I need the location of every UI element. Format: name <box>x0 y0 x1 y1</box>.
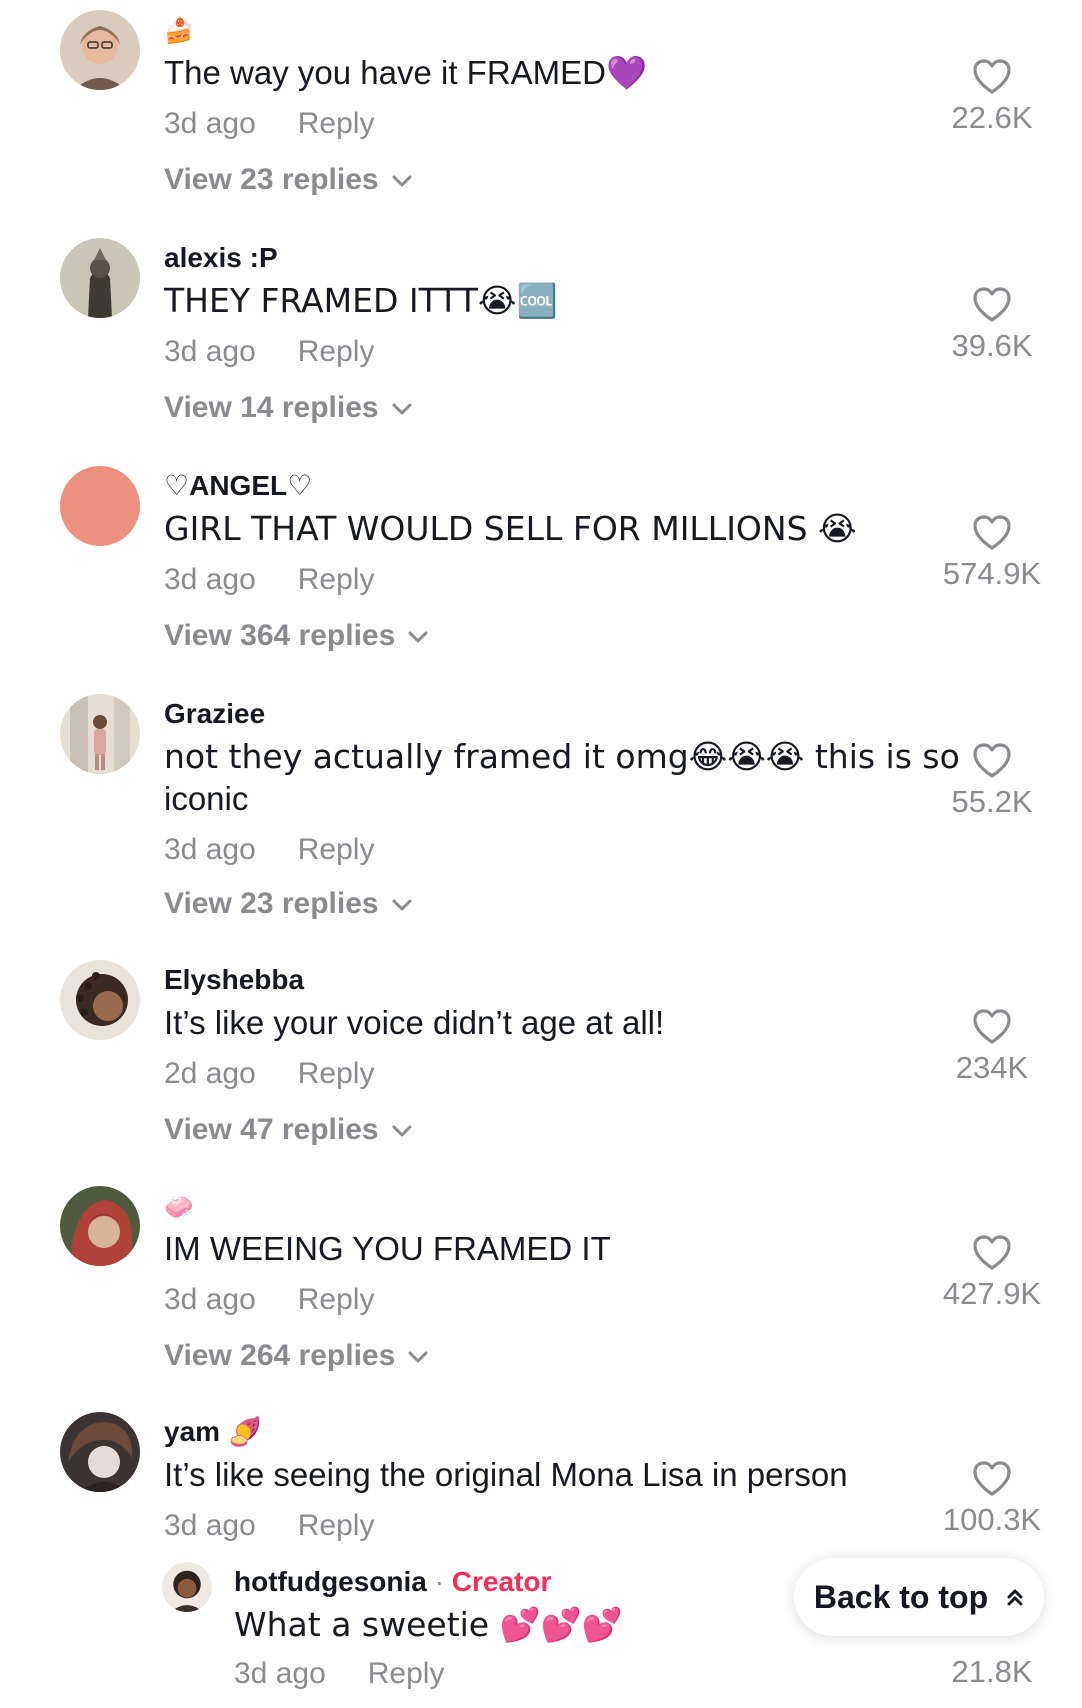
like-group: 55.2K <box>922 742 1062 820</box>
like-count: 39.6K <box>951 328 1033 363</box>
timestamp: 3d ago <box>234 1657 326 1690</box>
chevron-down-icon <box>392 175 412 187</box>
username[interactable]: Elyshebba <box>164 960 304 1000</box>
view-replies-label: View 47 replies <box>164 1113 379 1146</box>
comment-meta: 3d ago Reply <box>164 830 374 870</box>
view-replies-label: View 23 replies <box>164 163 379 196</box>
reply-button[interactable]: Reply <box>298 1283 375 1316</box>
like-group: 22.6K <box>922 58 1062 136</box>
timestamp: 3d ago <box>164 563 256 596</box>
view-replies-button[interactable]: View 364 replies <box>164 616 429 656</box>
view-replies-label: View 23 replies <box>164 887 379 920</box>
like-group: 39.6K <box>922 286 1062 364</box>
avatar[interactable] <box>162 1562 212 1612</box>
comment-text: not they actually framed it omg😂😭😭 this … <box>164 737 960 776</box>
reply-button[interactable]: Reply <box>298 335 375 368</box>
reply-text: What a sweetie 💕💕💕 <box>234 1605 623 1644</box>
username-emoji: 🍰 <box>164 17 194 45</box>
timestamp: 3d ago <box>164 1283 256 1316</box>
avatar[interactable] <box>60 238 140 318</box>
comment-text: It’s like seeing the original Mona Lisa … <box>164 1456 848 1493</box>
comment-meta: 3d ago Reply <box>164 332 374 372</box>
chevron-down-icon <box>392 899 412 911</box>
comment-text: IM WEEING YOU FRAMED IT <box>164 1230 611 1267</box>
view-replies-label: View 364 replies <box>164 619 396 652</box>
creator-badge: Creator <box>451 1566 552 1597</box>
avatar[interactable] <box>60 960 140 1040</box>
view-replies-label: View 14 replies <box>164 391 379 424</box>
view-replies-label: View 264 replies <box>164 1339 396 1372</box>
comment-text: GIRL THAT WOULD SELL FOR MILLIONS 😭 <box>164 509 857 548</box>
reply-button[interactable]: Reply <box>298 833 375 866</box>
view-replies-button[interactable]: View 23 replies <box>164 884 413 924</box>
heart-icon[interactable] <box>972 1234 1012 1272</box>
reply-button[interactable]: Reply <box>368 1657 445 1690</box>
double-chevron-up-icon <box>1007 1589 1023 1606</box>
reply-username[interactable]: hotfudgesonia <box>234 1566 427 1597</box>
username-emoji: 🍠 <box>227 1415 263 1448</box>
view-replies-button[interactable]: View 23 replies <box>164 160 413 200</box>
back-to-top-button[interactable]: Back to top <box>794 1558 1044 1636</box>
comment-text: It’s like your voice didn’t age at all! <box>164 1004 665 1041</box>
avatar[interactable] <box>60 1186 140 1266</box>
like-group: 427.9K <box>922 1234 1062 1312</box>
avatar[interactable] <box>60 694 140 774</box>
chevron-down-icon <box>392 403 412 415</box>
separator: · <box>434 1566 444 1597</box>
reply-button[interactable]: Reply <box>298 107 375 140</box>
username[interactable]: Graziee <box>164 694 265 734</box>
view-replies-button[interactable]: View 47 replies <box>164 1110 413 1150</box>
like-count: 100.3K <box>942 1502 1042 1537</box>
timestamp: 3d ago <box>164 335 256 368</box>
reply-button[interactable]: Reply <box>298 563 375 596</box>
avatar[interactable] <box>60 10 140 90</box>
heart-icon[interactable] <box>972 58 1012 96</box>
comment-text: THEY FRAMED ITTT😭🆒 <box>164 281 558 320</box>
username[interactable]: ♡ANGEL♡ <box>164 466 312 506</box>
like-count: 22.6K <box>951 100 1033 135</box>
comment-meta: 3d ago Reply <box>164 560 374 600</box>
chevron-down-icon <box>408 631 428 643</box>
comment-meta: 3d ago Reply <box>164 1506 374 1546</box>
comment-meta: 2d ago Reply <box>164 1054 374 1094</box>
comment-text-continued: iconic <box>164 780 249 817</box>
view-replies-button[interactable]: View 264 replies <box>164 1336 429 1376</box>
avatar[interactable] <box>60 1412 140 1492</box>
view-replies-button[interactable]: View 14 replies <box>164 388 413 428</box>
heart-icon[interactable] <box>972 1460 1012 1498</box>
heart-icon[interactable] <box>972 514 1012 552</box>
back-to-top-label: Back to top <box>813 1578 989 1615</box>
reply-button[interactable]: Reply <box>298 1509 375 1542</box>
timestamp: 3d ago <box>164 833 256 866</box>
like-count: 234K <box>955 1050 1029 1085</box>
like-group: 100.3K <box>922 1460 1062 1538</box>
like-count: 55.2K <box>951 784 1033 819</box>
username-emoji: 🧼 <box>164 1193 194 1221</box>
reply-username-row: hotfudgesonia · Creator <box>234 1562 551 1602</box>
timestamp: 2d ago <box>164 1057 256 1090</box>
heart-icon[interactable] <box>972 286 1012 324</box>
timestamp: 3d ago <box>164 107 256 140</box>
comment-meta: 3d ago Reply <box>164 1280 374 1320</box>
like-count: 574.9K <box>942 556 1042 591</box>
chevron-down-icon <box>392 1125 412 1137</box>
reply-button[interactable]: Reply <box>298 1057 375 1090</box>
comment-meta: 3d ago Reply <box>164 104 374 144</box>
like-group: 574.9K <box>922 514 1062 592</box>
comment-text: The way you have it FRAMED💜 <box>164 54 648 91</box>
heart-icon[interactable] <box>972 742 1012 780</box>
username-text: yam <box>164 1416 221 1447</box>
like-group: 234K <box>922 1008 1062 1086</box>
timestamp: 3d ago <box>164 1509 256 1542</box>
heart-icon[interactable] <box>972 1008 1012 1046</box>
like-count: 21.8K <box>951 1654 1033 1689</box>
avatar[interactable] <box>60 466 140 546</box>
reply-meta: 3d ago Reply <box>234 1654 444 1694</box>
like-count: 427.9K <box>942 1276 1042 1311</box>
username[interactable]: yam 🍠 <box>164 1412 263 1452</box>
chevron-down-icon <box>408 1351 428 1363</box>
username[interactable]: alexis :P <box>164 238 278 278</box>
